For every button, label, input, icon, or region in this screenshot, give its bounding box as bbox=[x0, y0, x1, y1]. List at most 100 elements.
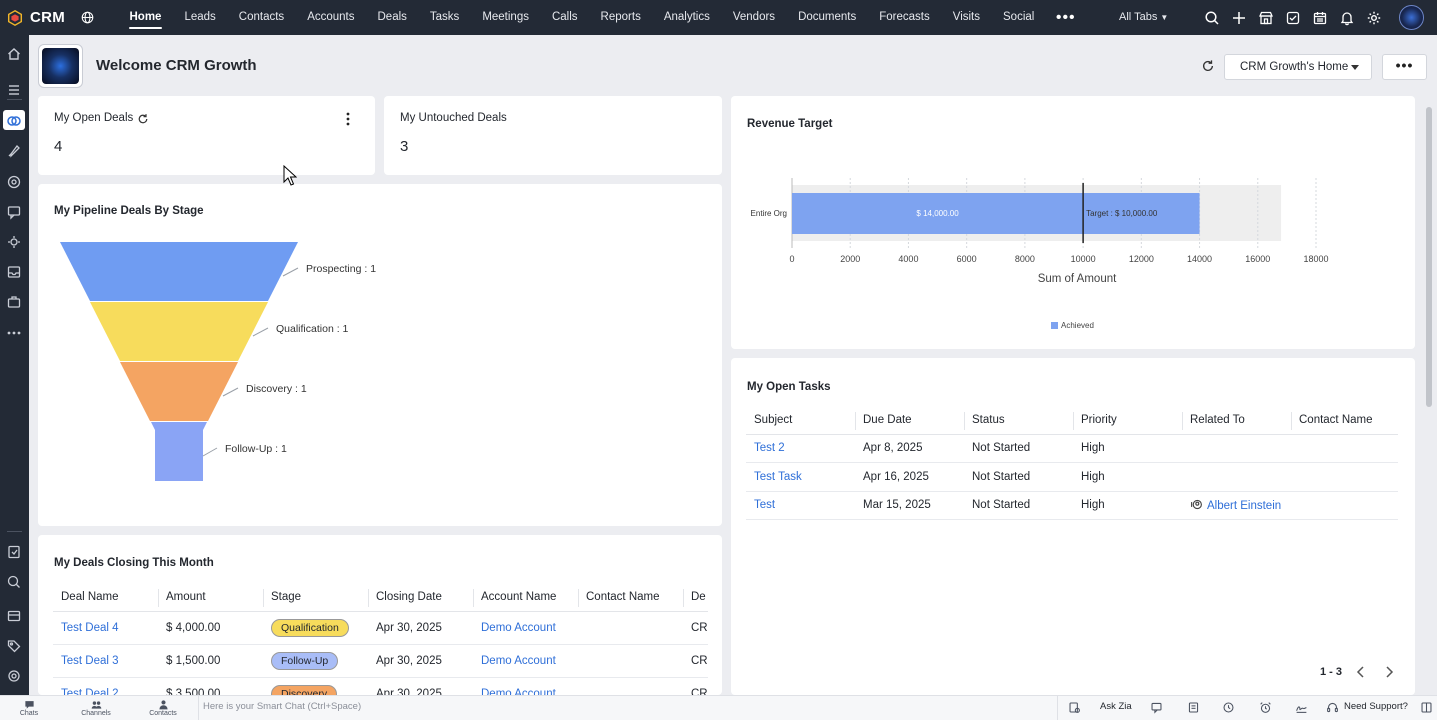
tag-icon[interactable] bbox=[6, 638, 22, 654]
deal-account-cell[interactable]: Demo Account bbox=[473, 611, 578, 645]
calendar-icon[interactable] bbox=[1312, 10, 1328, 26]
search-icon[interactable] bbox=[1204, 10, 1220, 26]
nav-tab-analytics[interactable]: Analytics bbox=[652, 0, 721, 35]
column-header-contact-name[interactable]: Contact Name bbox=[1291, 406, 1398, 435]
grid-icon[interactable] bbox=[1420, 701, 1433, 714]
nav-tab-accounts[interactable]: Accounts bbox=[296, 0, 366, 35]
task-related-cell[interactable] bbox=[1182, 434, 1291, 463]
task-subject-cell[interactable]: Test Task bbox=[746, 462, 855, 492]
table-row[interactable]: Test Deal 2 $ 3,500.00 Discovery Apr 30, 20… bbox=[53, 677, 708, 695]
plus-icon[interactable] bbox=[1231, 10, 1247, 26]
column-header-due-date[interactable]: Due Date bbox=[855, 406, 964, 435]
deal-account-cell[interactable]: Demo Account bbox=[473, 644, 578, 678]
nav-tab-contacts[interactable]: Contacts bbox=[227, 0, 295, 35]
smart-chat-input[interactable]: Here is your Smart Chat (Ctrl+Space) bbox=[198, 696, 1058, 720]
header-more-button[interactable]: ••• bbox=[1382, 54, 1427, 80]
nav-tab-reports[interactable]: Reports bbox=[589, 0, 652, 35]
refresh-icon[interactable] bbox=[137, 112, 149, 124]
zia-notes-icon[interactable] bbox=[1068, 701, 1081, 714]
alarm-icon[interactable] bbox=[1259, 701, 1272, 714]
nav-tab-meetings[interactable]: Meetings bbox=[471, 0, 541, 35]
rocket-icon[interactable] bbox=[6, 143, 22, 159]
column-header-de[interactable]: De bbox=[683, 583, 708, 612]
column-header-subject[interactable]: Subject bbox=[746, 406, 855, 435]
settings-icon[interactable] bbox=[1366, 10, 1382, 26]
settings-cog-icon[interactable] bbox=[6, 668, 22, 684]
nav-tab-tasks[interactable]: Tasks bbox=[418, 0, 470, 35]
inbox-icon[interactable] bbox=[6, 264, 22, 280]
channels-button[interactable]: Channels bbox=[76, 699, 116, 717]
funnel-segment-2[interactable] bbox=[90, 302, 268, 361]
page-scrollbar[interactable] bbox=[1423, 95, 1437, 695]
home-icon[interactable] bbox=[6, 46, 22, 62]
app-logo[interactable]: CRM bbox=[0, 9, 118, 27]
scrollbar-thumb[interactable] bbox=[1426, 107, 1432, 407]
column-header-related-to[interactable]: Related To bbox=[1182, 406, 1291, 435]
briefcase-icon[interactable] bbox=[6, 294, 22, 310]
chats-button[interactable]: Chats bbox=[9, 699, 49, 717]
support-headset-icon[interactable] bbox=[1326, 701, 1339, 714]
more-icon[interactable] bbox=[6, 325, 22, 341]
need-support-button[interactable]: Need Support? bbox=[1344, 696, 1408, 717]
kebab-menu-icon[interactable] bbox=[342, 112, 354, 126]
column-header-deal-name[interactable]: Deal Name bbox=[53, 583, 158, 612]
column-header-stage[interactable]: Stage bbox=[263, 583, 368, 612]
deal-name-cell[interactable]: Test Deal 3 bbox=[53, 644, 158, 678]
column-header-account-name[interactable]: Account Name bbox=[473, 583, 578, 612]
table-row[interactable]: Test 2 Apr 8, 2025 Not Started High bbox=[746, 434, 1398, 463]
nav-tab-social[interactable]: Social bbox=[992, 0, 1046, 35]
column-header-closing-date[interactable]: Closing Date bbox=[368, 583, 473, 612]
chat-icon[interactable] bbox=[6, 204, 22, 220]
funnel-segment-3[interactable] bbox=[120, 362, 238, 421]
deal-name-cell[interactable]: Test Deal 4 bbox=[53, 611, 158, 645]
history-icon[interactable] bbox=[1222, 701, 1235, 714]
column-header-priority[interactable]: Priority bbox=[1073, 406, 1182, 435]
zoom-search-icon[interactable] bbox=[6, 574, 22, 590]
refresh-icon[interactable] bbox=[1201, 59, 1215, 73]
previous-page-icon[interactable] bbox=[1355, 665, 1367, 679]
menu-icon[interactable] bbox=[6, 82, 22, 98]
nav-tab-forecasts[interactable]: Forecasts bbox=[868, 0, 942, 35]
nav-tab-home[interactable]: Home bbox=[118, 0, 173, 35]
task-subject-cell[interactable]: Test bbox=[746, 491, 855, 520]
user-avatar[interactable] bbox=[1399, 5, 1424, 30]
deal-account-cell[interactable]: Demo Account bbox=[473, 677, 578, 695]
table-row[interactable]: Test Mar 15, 2025 Not Started High Albert Ei… bbox=[746, 491, 1398, 520]
deal-name-cell[interactable]: Test Deal 2 bbox=[53, 677, 158, 695]
column-header-status[interactable]: Status bbox=[964, 406, 1073, 435]
nav-tab-leads[interactable]: Leads bbox=[173, 0, 227, 35]
globe-icon[interactable] bbox=[81, 11, 94, 24]
message-icon[interactable] bbox=[1150, 701, 1163, 714]
contacts-button[interactable]: Contacts bbox=[143, 699, 183, 717]
next-page-icon[interactable] bbox=[1383, 665, 1395, 679]
checklist-icon[interactable] bbox=[1285, 10, 1301, 26]
task-related-cell[interactable]: Albert Einstein bbox=[1182, 491, 1291, 520]
legend-label[interactable]: Achieved bbox=[1061, 321, 1094, 330]
bell-icon[interactable] bbox=[1339, 10, 1355, 26]
ask-zia-button[interactable]: Ask Zia bbox=[1100, 696, 1132, 717]
nav-tab-deals[interactable]: Deals bbox=[366, 0, 418, 35]
task-subject-cell[interactable]: Test 2 bbox=[746, 434, 855, 463]
funnel-segment-4[interactable] bbox=[151, 422, 207, 481]
more-tabs-button[interactable]: ••• bbox=[1046, 0, 1086, 35]
all-tabs-dropdown[interactable]: All Tabs ▼ bbox=[1119, 0, 1168, 35]
search-chat-icon[interactable] bbox=[6, 174, 22, 190]
nav-tab-vendors[interactable]: Vendors bbox=[721, 0, 786, 35]
notes-icon[interactable] bbox=[6, 544, 22, 560]
table-row[interactable]: Test Deal 3 $ 1,500.00 Follow-Up Apr 30, 20… bbox=[53, 644, 708, 678]
nav-tab-visits[interactable]: Visits bbox=[941, 0, 991, 35]
signature-icon[interactable] bbox=[1295, 701, 1308, 714]
table-row[interactable]: Test Task Apr 16, 2025 Not Started High bbox=[746, 462, 1398, 492]
task-related-cell[interactable] bbox=[1182, 462, 1291, 492]
gear-person-icon[interactable] bbox=[6, 234, 22, 250]
rings-icon[interactable] bbox=[3, 110, 25, 130]
card-icon[interactable] bbox=[6, 608, 22, 624]
column-header-contact-name[interactable]: Contact Name bbox=[578, 583, 683, 612]
marketplace-icon[interactable] bbox=[1258, 10, 1274, 26]
nav-tab-calls[interactable]: Calls bbox=[540, 0, 589, 35]
related-to-link[interactable]: Albert Einstein bbox=[1207, 500, 1281, 512]
funnel-segment-1[interactable] bbox=[60, 242, 298, 301]
records-icon[interactable] bbox=[1187, 701, 1200, 714]
table-row[interactable]: Test Deal 4 $ 4,000.00 Qualification Apr 30… bbox=[53, 611, 708, 645]
nav-tab-documents[interactable]: Documents bbox=[787, 0, 868, 35]
